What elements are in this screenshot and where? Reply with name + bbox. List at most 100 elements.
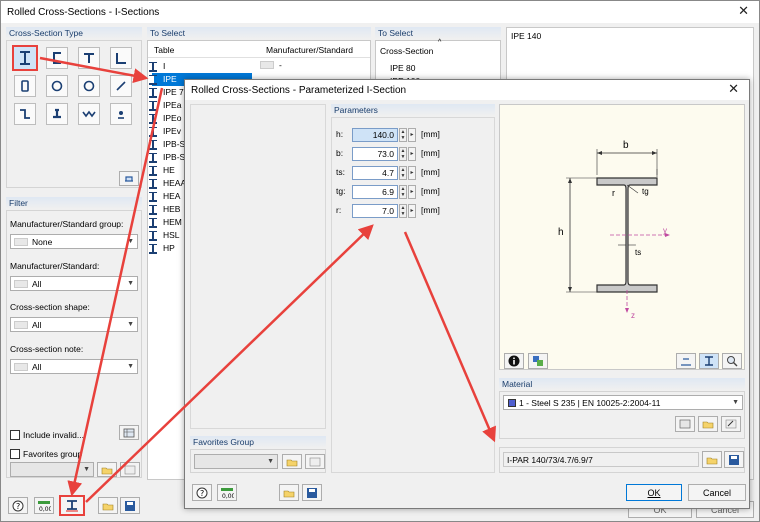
parameterized-section-button[interactable] bbox=[59, 495, 85, 516]
spinner-arrows-icon[interactable]: ▲ ▼ bbox=[399, 185, 407, 199]
shape-select[interactable]: All ▼ bbox=[10, 317, 138, 332]
section-drawing-panel: b h r tg ts y z bbox=[499, 104, 745, 370]
angle-section-type-button[interactable] bbox=[110, 47, 132, 69]
edit-favorite-button[interactable] bbox=[120, 462, 140, 477]
param-value-input[interactable]: 73.0 bbox=[352, 147, 398, 161]
cross-section-type-panel bbox=[6, 40, 142, 188]
play-arrow-icon[interactable]: ▸ bbox=[408, 204, 416, 218]
help-icon: ? bbox=[12, 500, 24, 511]
favorites-select[interactable]: ▼ bbox=[10, 462, 94, 477]
param-value-input[interactable]: 4.7 bbox=[352, 166, 398, 180]
dialog-save-button[interactable] bbox=[302, 484, 322, 501]
dialog-units-button[interactable]: 0,00 bbox=[217, 484, 237, 501]
t-section-type-button[interactable] bbox=[78, 47, 100, 69]
play-arrow-icon[interactable]: ▸ bbox=[408, 128, 416, 142]
material-select[interactable]: 1 - Steel S 235 | EN 10025-2:2004-11 ▼ bbox=[503, 395, 743, 410]
new-material-button[interactable] bbox=[698, 416, 718, 432]
table-row[interactable]: HEB bbox=[149, 203, 180, 216]
circle-hollow-type-button[interactable] bbox=[46, 75, 68, 97]
edit-material-button[interactable] bbox=[721, 416, 741, 432]
table-row[interactable]: IPE 7 bbox=[149, 86, 184, 99]
i-section-icon bbox=[149, 204, 159, 215]
param-value-input[interactable]: 7.0 bbox=[352, 204, 398, 218]
material-library-button[interactable] bbox=[675, 416, 695, 432]
table-row[interactable]: IPB-S bbox=[149, 138, 185, 151]
close-icon[interactable]: ✕ bbox=[728, 82, 739, 96]
param-value-input[interactable]: 140.0 bbox=[352, 128, 398, 142]
edit-favorite-group-button[interactable] bbox=[305, 454, 325, 469]
table-row-label: HEA bbox=[163, 191, 181, 201]
i-section-type-button[interactable] bbox=[12, 45, 38, 71]
save-name-button[interactable] bbox=[724, 451, 744, 468]
spinner-arrows-icon[interactable]: ▲ ▼ bbox=[399, 147, 407, 161]
axes-toggle-button[interactable] bbox=[699, 353, 719, 369]
open-name-button[interactable] bbox=[702, 451, 722, 468]
folder-new-icon bbox=[101, 467, 113, 474]
info-icon bbox=[508, 355, 520, 367]
dimension-icon bbox=[681, 358, 691, 366]
help-button[interactable]: ? bbox=[8, 497, 28, 514]
favorites-group-select[interactable]: ▼ bbox=[194, 454, 278, 469]
save-icon bbox=[125, 500, 135, 511]
z-section-type-button[interactable] bbox=[110, 75, 132, 97]
spinner-arrows-icon[interactable]: ▲ ▼ bbox=[399, 128, 407, 142]
z-profile-type-button[interactable] bbox=[14, 103, 36, 125]
sheet-pile-type-button[interactable] bbox=[78, 103, 100, 125]
table-row[interactable]: HP bbox=[149, 242, 175, 255]
i-section-icon bbox=[149, 191, 159, 202]
table-row[interactable]: IPEa bbox=[149, 99, 182, 112]
channel-section-type-button[interactable] bbox=[46, 47, 68, 69]
round-bar-type-button[interactable] bbox=[78, 75, 100, 97]
note-select[interactable]: All ▼ bbox=[10, 359, 138, 374]
cross-section-col-header: Cross-Section bbox=[380, 46, 434, 56]
dimension-toggle-button[interactable] bbox=[676, 353, 696, 369]
swatch bbox=[14, 362, 28, 371]
cancel-button[interactable]: Cancel bbox=[688, 484, 746, 501]
section-name-field[interactable]: I-PAR 140/73/4.7/6.9/7 bbox=[503, 452, 699, 467]
info-button[interactable] bbox=[504, 353, 524, 369]
table-row[interactable]: HEA bbox=[149, 190, 181, 203]
new-favorite-group-button[interactable] bbox=[282, 454, 302, 469]
dialog-open-button[interactable] bbox=[279, 484, 299, 501]
close-icon[interactable]: ✕ bbox=[738, 4, 749, 18]
table-row[interactable]: HSL bbox=[149, 229, 180, 242]
table-row[interactable]: HEM bbox=[149, 216, 182, 229]
dialog-help-button[interactable]: ? bbox=[192, 484, 212, 501]
table-row-label: HEM bbox=[163, 217, 182, 227]
table-row[interactable]: IPEo bbox=[149, 112, 181, 125]
table-row[interactable]: IPB-S bbox=[149, 151, 185, 164]
other-section-type-button[interactable] bbox=[110, 103, 132, 125]
reset-types-button[interactable] bbox=[119, 171, 139, 186]
play-arrow-icon[interactable]: ▸ bbox=[408, 166, 416, 180]
color-scheme-button[interactable] bbox=[528, 353, 548, 369]
spinner-arrows-icon[interactable]: ▲ ▼ bbox=[399, 166, 407, 180]
include-invalid-checkbox[interactable] bbox=[10, 430, 20, 440]
units-button[interactable]: 0,00 bbox=[34, 497, 54, 514]
open-button[interactable] bbox=[98, 497, 118, 514]
units-icon: 0,00 bbox=[38, 500, 51, 512]
zoom-button[interactable] bbox=[722, 353, 742, 369]
new-favorite-button[interactable] bbox=[97, 462, 117, 477]
sort-up-icon[interactable]: ^ bbox=[438, 39, 441, 46]
play-arrow-icon[interactable]: ▸ bbox=[408, 185, 416, 199]
filter-info-button[interactable] bbox=[119, 425, 139, 440]
table-row[interactable]: HE bbox=[149, 164, 175, 177]
table-row-label: IPEa bbox=[163, 100, 182, 110]
param-value-input[interactable]: 6.9 bbox=[352, 185, 398, 199]
table-row[interactable]: I bbox=[149, 60, 165, 73]
manufacturer-select[interactable]: All ▼ bbox=[10, 276, 138, 291]
save-button[interactable] bbox=[120, 497, 140, 514]
favorites-checkbox[interactable] bbox=[10, 449, 20, 459]
material-value: 1 - Steel S 235 | EN 10025-2:2004-11 bbox=[519, 397, 661, 408]
spinner-arrows-icon[interactable]: ▲ ▼ bbox=[399, 204, 407, 218]
table-row[interactable]: HEAA bbox=[149, 177, 186, 190]
play-arrow-icon[interactable]: ▸ bbox=[408, 147, 416, 161]
svg-text:?: ? bbox=[200, 489, 204, 498]
manufacturer-group-select[interactable]: None ▼ bbox=[10, 234, 138, 249]
table-row[interactable]: IPEv bbox=[149, 125, 181, 138]
cross-section-item[interactable]: IPE 80 bbox=[390, 63, 416, 73]
rect-hollow-type-button[interactable] bbox=[14, 75, 36, 97]
parameterized-dialog: Rolled Cross-Sections - Parameterized I-… bbox=[184, 79, 750, 509]
rail-type-button[interactable] bbox=[46, 103, 68, 125]
ok-button[interactable]: OK bbox=[626, 484, 682, 501]
